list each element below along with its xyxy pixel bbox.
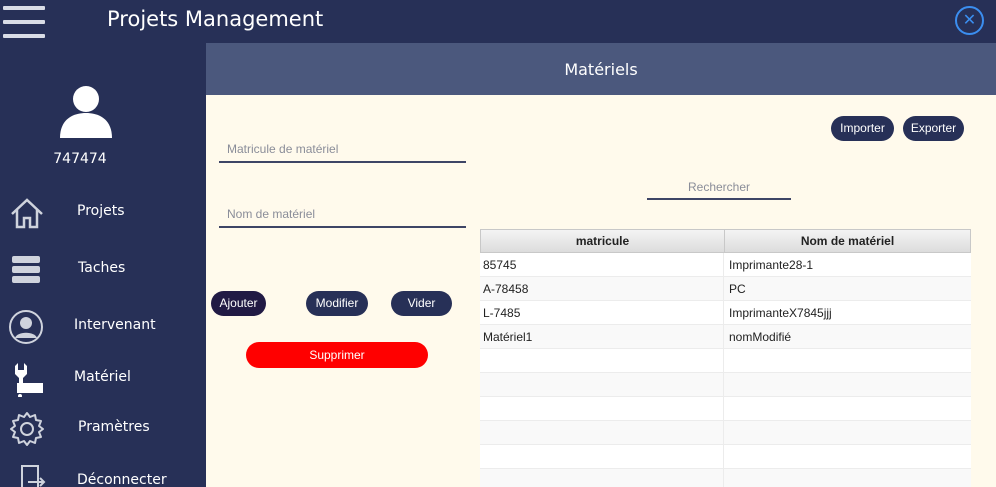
cell-matricule xyxy=(480,421,724,445)
home-icon xyxy=(11,198,43,229)
sidebar-item-label: Intervenant xyxy=(74,317,156,333)
cell-nom xyxy=(724,397,971,421)
cell-nom: ImprimanteX7845jjj xyxy=(729,306,832,320)
add-button[interactable]: Ajouter xyxy=(211,291,266,316)
page-title: Matériels xyxy=(564,60,638,79)
avatar-icon xyxy=(60,86,112,138)
sidebar-item-label: Pramètres xyxy=(78,419,150,435)
sidebar-item-materiel[interactable]: Matériel xyxy=(0,357,206,401)
cell-nom xyxy=(724,421,971,445)
sidebar-item-label: Matériel xyxy=(74,369,131,385)
cell-matricule: A-78458 xyxy=(480,277,724,301)
cell-nom: Imprimante28-1 xyxy=(729,258,814,272)
sidebar-item-deconnecter[interactable]: Déconnecter xyxy=(0,460,206,487)
nom-field[interactable] xyxy=(219,202,466,228)
cell-matricule: Matériel1 xyxy=(480,325,724,349)
table-row[interactable]: Matériel1 nomModifié xyxy=(480,325,971,349)
table-row[interactable]: A-78458 PC xyxy=(480,277,971,301)
stack-icon xyxy=(12,256,40,283)
delete-button[interactable]: Supprimer xyxy=(246,342,428,368)
app-title: Projets Management xyxy=(107,7,324,31)
close-icon[interactable]: ✕ xyxy=(955,6,984,35)
sidebar-item-label: Déconnecter xyxy=(77,472,167,487)
column-header-matricule[interactable]: matricule xyxy=(481,230,725,252)
table-row[interactable] xyxy=(480,349,971,373)
logout-icon xyxy=(21,465,46,487)
cell-matricule xyxy=(480,397,724,421)
gear-icon xyxy=(10,412,44,446)
table-row[interactable] xyxy=(480,373,971,397)
search-field[interactable] xyxy=(647,176,791,200)
sidebar-item-parametres[interactable]: Pramètres xyxy=(0,407,206,451)
clear-button[interactable]: Vider xyxy=(391,291,452,316)
sidebar-item-taches[interactable]: Taches xyxy=(0,248,206,292)
cell-nom xyxy=(724,349,971,373)
cell-matricule xyxy=(480,445,724,469)
page-header: Matériels xyxy=(206,43,996,95)
cell-nom: nomModifié xyxy=(729,330,792,344)
cell-matricule: 85745 xyxy=(480,253,724,277)
table-row[interactable] xyxy=(480,445,971,469)
wrench-icon xyxy=(15,363,43,397)
cell-matricule xyxy=(480,373,724,397)
table-header: matricule Nom de matériel xyxy=(480,229,971,253)
sidebar-item-projets[interactable]: Projets xyxy=(0,191,206,235)
table-row[interactable] xyxy=(480,397,971,421)
top-bar: Projets Management ✕ xyxy=(0,0,996,43)
table-row[interactable] xyxy=(480,421,971,445)
sidebar-item-label: Projets xyxy=(77,203,125,219)
import-button[interactable]: Importer xyxy=(831,116,894,141)
table-row[interactable]: 85745 Imprimante28-1 xyxy=(480,253,971,277)
sidebar: 747474 Projets Taches Intervenant Matéri… xyxy=(0,43,206,487)
user-circle-icon xyxy=(9,310,43,344)
materials-table: matricule Nom de matériel 85745 Imprimant… xyxy=(480,229,971,487)
hamburger-menu-icon[interactable] xyxy=(3,4,45,38)
cell-nom: PC xyxy=(729,282,746,296)
nom-input[interactable] xyxy=(219,202,466,226)
search-input[interactable] xyxy=(647,176,791,198)
user-id: 747474 xyxy=(53,151,107,167)
sidebar-item-label: Taches xyxy=(78,260,126,276)
cell-matricule xyxy=(480,349,724,373)
column-header-nom[interactable]: Nom de matériel xyxy=(725,230,970,252)
edit-button[interactable]: Modifier xyxy=(306,291,368,316)
cell-nom xyxy=(724,373,971,397)
cell-matricule: L-7485 xyxy=(480,301,724,325)
matricule-input[interactable] xyxy=(219,137,466,161)
cell-nom xyxy=(724,469,971,487)
export-button[interactable]: Exporter xyxy=(903,116,964,141)
sidebar-item-intervenant[interactable]: Intervenant xyxy=(0,305,206,349)
table-row[interactable]: L-7485 ImprimanteX7845jjj xyxy=(480,301,971,325)
cell-nom xyxy=(724,445,971,469)
table-row[interactable] xyxy=(480,469,971,487)
cell-matricule xyxy=(480,469,724,487)
matricule-field[interactable] xyxy=(219,137,466,163)
